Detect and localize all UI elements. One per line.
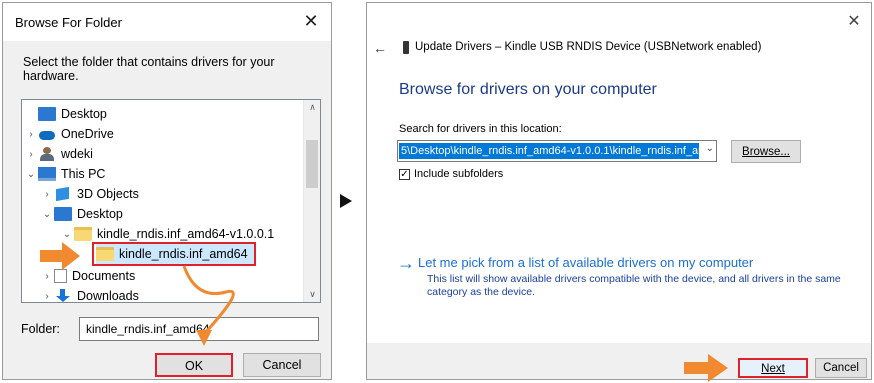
browse-button[interactable]: Browse...	[731, 140, 801, 163]
dialog-header: Update Drivers – Kindle USB RNDIS Device…	[415, 41, 762, 53]
pick-driver-description: This list will show available drivers co…	[427, 273, 841, 298]
cancel-button[interactable]: Cancel	[815, 358, 867, 378]
pick-driver-link[interactable]: Let me pick from a list of available dri…	[418, 255, 753, 270]
next-step-arrow-icon	[340, 194, 352, 208]
next-button[interactable]: Next	[738, 358, 808, 378]
arrow-body	[684, 362, 708, 374]
search-location-label: Search for drivers in this location:	[399, 123, 562, 135]
page-title: Browse for drivers on your computer	[399, 81, 657, 98]
driver-path-combobox[interactable]: 5\Desktop\kindle_rndis.inf_amd64-v1.0.0.…	[397, 140, 717, 162]
include-subfolders-label: Include subfolders	[414, 168, 504, 180]
chevron-down-icon[interactable]: ⌄	[706, 143, 714, 154]
close-icon[interactable]: ✕	[843, 11, 865, 31]
arrow-right-icon[interactable]: →	[397, 253, 415, 274]
device-icon	[403, 41, 409, 54]
driver-path-text[interactable]: 5\Desktop\kindle_rndis.inf_amd64-v1.0.0.…	[399, 143, 699, 159]
next-label: Next	[761, 363, 785, 375]
update-drivers-dialog: ✕ ← Update Drivers – Kindle USB RNDIS De…	[366, 2, 872, 380]
include-subfolders-checkbox[interactable]: ✓	[399, 169, 410, 180]
browse-label: Browse...	[742, 146, 790, 158]
orange-arrow-icon	[708, 354, 728, 382]
back-arrow-icon[interactable]: ←	[373, 40, 387, 56]
